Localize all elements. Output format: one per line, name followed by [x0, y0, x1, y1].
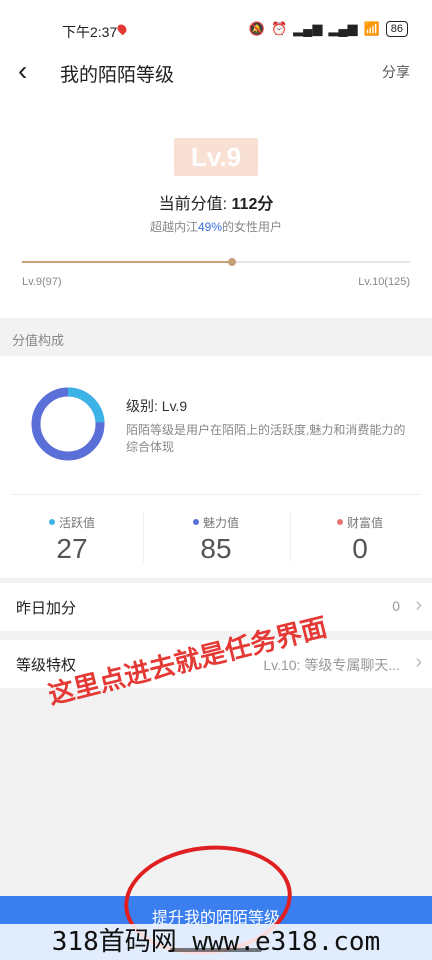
level-progress-bar [22, 258, 410, 266]
section-title: 分值构成 [12, 333, 65, 348]
stat-value: 0 [352, 532, 368, 564]
charm-dot-icon [192, 519, 199, 525]
composition-description: 陌陌等级是用户在陌陌上的活跃度,魅力和消费能力的综合体现 [126, 423, 406, 454]
score-donut-chart [31, 387, 105, 461]
activity-dot-icon [48, 519, 55, 525]
status-time: 下午2:37 [62, 24, 118, 40]
status-bar: 下午2:37 🔕 ⏰ ▂▄▆ ▂▄▆ 📶 86 [0, 0, 432, 52]
ranking-percent: 49% [197, 220, 223, 234]
score-composition-card: 级别: Lv.9 陌陌等级是用户在陌陌上的活跃度,魅力和消费能力的综合体现 活跃… [0, 356, 432, 578]
page-title: 我的陌陌等级 [60, 65, 175, 86]
watermark: 318首码网 www.e318.com [0, 924, 432, 960]
ranking-prefix: 超越内江 [149, 220, 198, 234]
stat-charm: 魅力值 85 [144, 512, 288, 565]
stat-activity: 活跃值 27 [0, 512, 144, 565]
progress-min-label: Lv.9(97) [22, 276, 62, 288]
stat-label: 财富值 [346, 515, 383, 530]
divider [12, 494, 420, 495]
stat-wealth: 财富值 0 [288, 512, 432, 565]
chevron-right-icon: › [415, 594, 422, 616]
stat-value: 27 [56, 532, 88, 564]
level-card: Lv.9 当前分值: 112分 超越内江49%的女性用户 Lv.9(97) Lv… [0, 94, 432, 318]
chevron-left-icon[interactable]: ‹ [18, 56, 27, 86]
yesterday-points-row[interactable]: 昨日加分 0 › [0, 583, 432, 631]
ranking-text: 超越内江49%的女性用户 [0, 218, 432, 235]
progress-max-label: Lv.10(125) [358, 276, 410, 288]
score-value: 112分 [231, 196, 274, 213]
row-value: 0 [392, 598, 400, 614]
stat-label: 魅力值 [202, 515, 239, 530]
header-bar: ‹ 我的陌陌等级 分享 [0, 52, 432, 94]
composition-level: 级别: Lv.9 [126, 398, 188, 414]
stat-value: 85 [200, 532, 232, 564]
level-progress-marker [227, 258, 236, 266]
stat-label: 活跃值 [58, 515, 95, 530]
hd-signal-icon: ▂▄▆ [328, 21, 358, 36]
location-pin-icon [115, 22, 129, 36]
hd-signal-icon: ▂▄▆ [293, 21, 323, 36]
wealth-dot-icon [336, 519, 343, 525]
current-score: 当前分值: 112分 [0, 190, 432, 214]
alarm-icon: ⏰ [270, 21, 288, 36]
ranking-suffix: 的女性用户 [222, 220, 283, 234]
level-badge: Lv.9 [174, 138, 258, 176]
wifi-icon: 📶 [363, 21, 380, 36]
home-indicator [170, 948, 262, 952]
score-label: 当前分值: [158, 196, 232, 213]
level-progress-fill [22, 261, 232, 263]
battery-icon: 86 [385, 21, 408, 37]
mute-icon: 🔕 [248, 21, 265, 36]
row-label: 昨日加分 [16, 600, 77, 617]
row-value: Lv.10: 等级专属聊天... [263, 657, 400, 673]
chevron-right-icon: › [415, 651, 422, 673]
share-button[interactable]: 分享 [382, 62, 410, 82]
status-icons: 🔕 ⏰ ▂▄▆ ▂▄▆ 📶 86 [249, 21, 408, 37]
